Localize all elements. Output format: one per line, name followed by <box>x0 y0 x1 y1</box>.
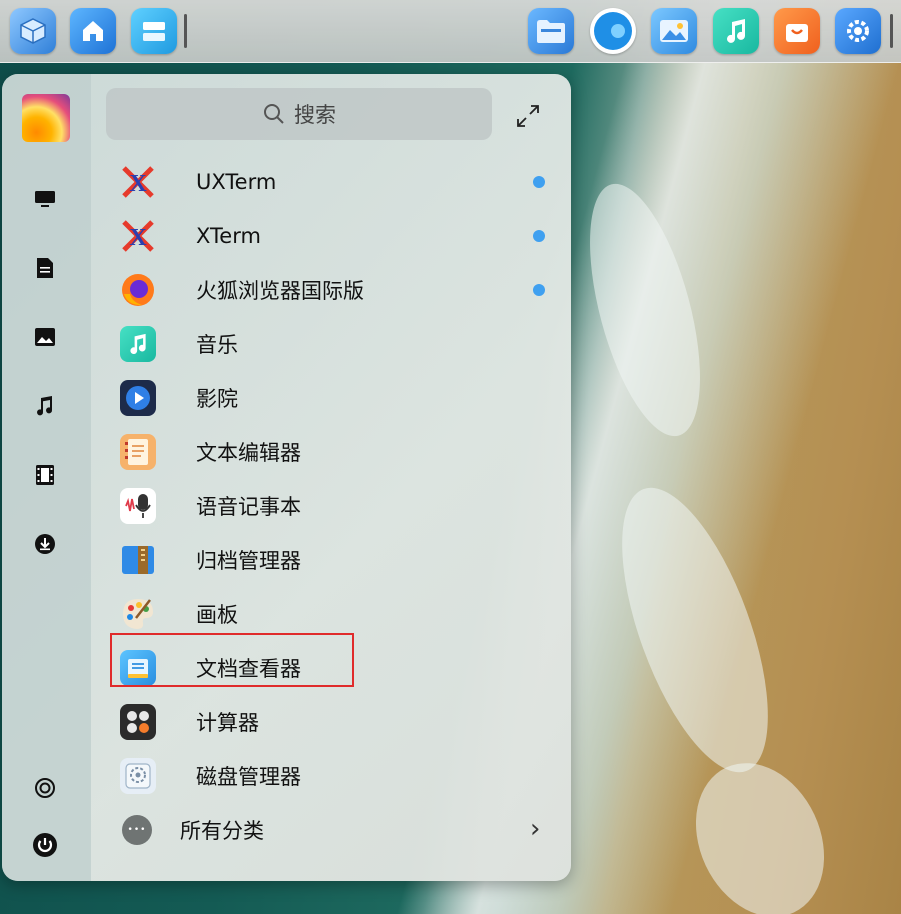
image-viewer-icon[interactable] <box>651 8 697 54</box>
new-app-indicator <box>533 284 545 296</box>
music-icon[interactable] <box>713 8 759 54</box>
dock-separator <box>184 14 187 48</box>
search-box[interactable]: 搜索 <box>106 88 492 140</box>
app-label: 磁盘管理器 <box>196 765 301 789</box>
firefox-icon <box>120 272 156 308</box>
new-app-indicator <box>533 176 545 188</box>
app-label: 画板 <box>196 603 238 627</box>
wallpaper-foam <box>567 172 723 448</box>
fullscreen-expand-icon[interactable] <box>514 102 542 130</box>
voice-note-icon <box>120 488 156 524</box>
app-label: 影院 <box>196 387 238 411</box>
app-label: 计算器 <box>196 711 259 735</box>
settings-icon[interactable] <box>835 8 881 54</box>
app-label: UXTerm <box>196 170 277 194</box>
more-icon: ••• <box>122 815 152 845</box>
browser-icon[interactable] <box>590 8 636 54</box>
movie-player-icon <box>120 380 156 416</box>
video-film-icon[interactable] <box>32 462 58 488</box>
picture-icon[interactable] <box>32 324 58 350</box>
app-store-icon[interactable] <box>774 8 820 54</box>
menu-sidebar <box>2 74 91 881</box>
launcher-cube-icon[interactable] <box>10 8 56 54</box>
xterm-icon: X <box>120 164 156 200</box>
app-item-firefox[interactable]: 火狐浏览器国际版 <box>120 267 550 313</box>
app-item-movie[interactable]: 影院 <box>120 375 550 421</box>
wallpaper-foam <box>671 742 849 914</box>
search-icon <box>264 104 284 124</box>
selection-highlight-box <box>110 633 354 687</box>
app-item-calculator[interactable]: 计算器 <box>120 699 550 745</box>
dock-separator <box>890 14 893 48</box>
app-item-voice-note[interactable]: 语音记事本 <box>120 483 550 529</box>
all-categories-label: 所有分类 <box>180 819 264 843</box>
music-note-icon <box>120 326 156 362</box>
app-label: XTerm <box>196 224 261 248</box>
app-label: 语音记事本 <box>196 495 301 519</box>
app-label: 音乐 <box>196 333 238 357</box>
power-icon[interactable] <box>32 832 58 858</box>
svg-text:X: X <box>129 171 147 197</box>
svg-text:X: X <box>129 225 147 251</box>
user-avatar[interactable] <box>22 94 70 142</box>
settings-gear-icon[interactable] <box>32 775 58 801</box>
text-editor-icon <box>120 434 156 470</box>
document-icon[interactable] <box>32 255 58 281</box>
app-item-disk-manager[interactable]: 磁盘管理器 <box>120 753 550 799</box>
xterm-icon: X <box>120 218 156 254</box>
music-note-side-icon[interactable] <box>32 393 58 419</box>
app-item-paint[interactable]: 画板 <box>120 591 550 637</box>
archive-manager-icon <box>120 542 156 578</box>
calculator-icon <box>120 704 156 740</box>
wallpaper-foam <box>592 470 798 790</box>
all-categories-button[interactable]: ••• 所有分类 › <box>122 808 552 852</box>
search-placeholder: 搜索 <box>294 103 336 127</box>
app-item-text-editor[interactable]: 文本编辑器 <box>120 429 550 475</box>
multitask-view-icon[interactable] <box>131 8 177 54</box>
app-label: 文本编辑器 <box>196 441 301 465</box>
paint-palette-icon <box>120 596 156 632</box>
app-item-music[interactable]: 音乐 <box>120 321 550 367</box>
app-label: 火狐浏览器国际版 <box>196 279 364 303</box>
top-dock <box>0 0 901 63</box>
start-menu: 搜索 X UXTerm X XTerm 火狐浏览器国际版 音乐 影院 文本编辑器… <box>2 74 571 881</box>
download-icon[interactable] <box>32 531 58 557</box>
new-app-indicator <box>533 230 545 242</box>
more-dots: ••• <box>127 825 147 835</box>
computer-icon[interactable] <box>32 186 58 212</box>
disk-manager-icon <box>120 758 156 794</box>
file-manager-icon[interactable] <box>528 8 574 54</box>
app-item-xterm[interactable]: X XTerm <box>120 213 550 259</box>
app-item-archive-manager[interactable]: 归档管理器 <box>120 537 550 583</box>
chevron-right-icon: › <box>530 814 541 844</box>
home-folder-icon[interactable] <box>70 8 116 54</box>
app-item-uxterm[interactable]: X UXTerm <box>120 159 550 205</box>
app-label: 归档管理器 <box>196 549 301 573</box>
